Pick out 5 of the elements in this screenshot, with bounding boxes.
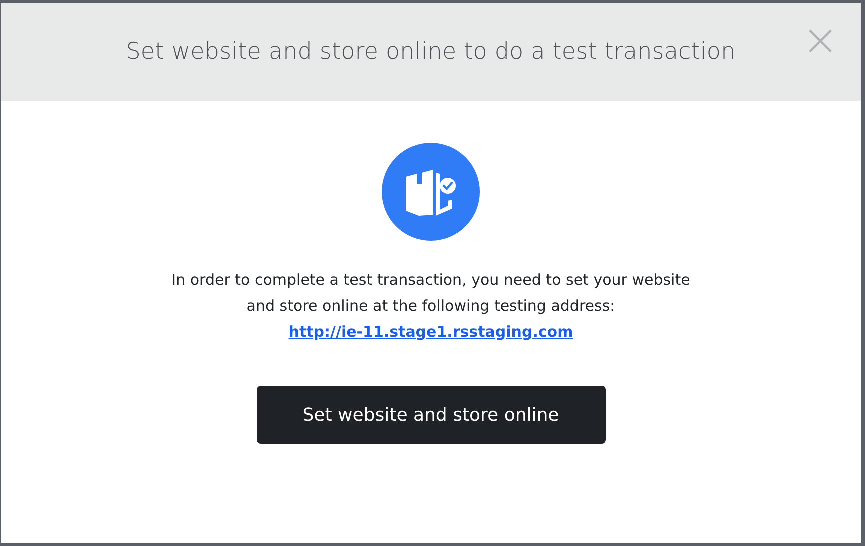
instruction-text: In order to complete a test transaction, you need to set your website and store online at the following testing address: http://ie-11.stage1.rsstaging.com <box>170 270 692 343</box>
box-check-icon <box>382 143 480 241</box>
set-online-button[interactable]: Set website and store online <box>256 386 606 444</box>
dialog-title: Set website and store online to do a test transaction <box>126 39 736 65</box>
testing-address-link[interactable]: http://ie-11.stage1.rsstaging.com <box>288 323 574 341</box>
